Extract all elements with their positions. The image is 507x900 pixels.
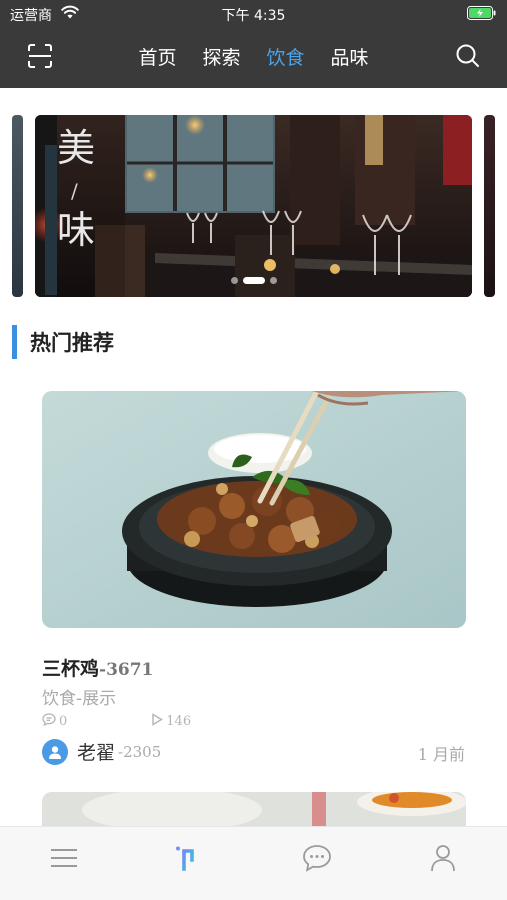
tab-explore[interactable]: 探索 [202, 43, 240, 70]
view-count: 146 [166, 714, 192, 729]
banner-slide[interactable]: 美 / 味 [35, 115, 472, 297]
banner-image [35, 115, 472, 297]
user-avatar-icon [49, 745, 61, 759]
search-icon[interactable] [455, 43, 481, 69]
tab-taste[interactable]: 品味 [331, 43, 369, 70]
author-id: -2305 [118, 742, 162, 761]
carousel-dot[interactable] [230, 277, 238, 284]
battery-icon [467, 6, 497, 24]
profile-icon[interactable] [428, 843, 458, 873]
avatar[interactable] [42, 738, 68, 765]
banner-caption-slash: / [71, 179, 78, 203]
nav-tabs: 首页 探索 饮食 品味 [0, 30, 507, 82]
bottom-tab-bar [0, 826, 507, 900]
comment-stat[interactable]: 0 [42, 713, 67, 730]
recipe-category: 饮食-展示 [42, 689, 117, 709]
play-icon [151, 713, 164, 730]
carousel-dot[interactable] [269, 277, 277, 284]
recipe-card-image[interactable] [42, 391, 466, 628]
section-header: 热门推荐 [12, 324, 114, 360]
view-stat: 146 [151, 713, 191, 730]
banner-caption-bottom: 味 [57, 208, 96, 252]
status-bar: 运营商 下午 4:35 [0, 0, 507, 26]
author-name: 老翟 [77, 742, 116, 764]
status-time: 下午 4:35 [221, 8, 286, 24]
banner-next-peek[interactable] [484, 115, 495, 297]
author-row[interactable]: 老翟 -2305 [42, 738, 161, 765]
top-header: 运营商 下午 4:35 首页 探索 饮食 品味 [0, 0, 507, 88]
carousel-dots [35, 277, 472, 284]
chat-icon[interactable] [302, 843, 332, 873]
recipe-name: 三杯鸡 [42, 658, 100, 680]
banner-prev-peek[interactable] [12, 115, 23, 297]
comment-icon [42, 713, 56, 730]
tab-home[interactable]: 首页 [138, 43, 176, 70]
logo-icon[interactable] [174, 843, 204, 873]
recipe-title[interactable]: 三杯鸡-3671 [42, 654, 153, 681]
recipe-id: -3671 [99, 660, 154, 680]
banner-carousel[interactable]: 美 / 味 [0, 112, 507, 300]
menu-icon[interactable] [49, 843, 79, 873]
nav-bar: 首页 探索 饮食 品味 [0, 30, 507, 82]
recipe-stats: 0 146 [42, 713, 191, 730]
carousel-dot-active[interactable] [242, 277, 265, 284]
comment-count: 0 [59, 714, 68, 729]
banner-caption-top: 美 [57, 126, 96, 170]
tab-food[interactable]: 饮食 [267, 43, 305, 70]
dish-photo [42, 391, 466, 628]
post-time: 1 月前 [417, 745, 465, 764]
section-accent-bar [12, 325, 17, 359]
banner-caption: 美 / 味 [57, 129, 95, 249]
section-title: 热门推荐 [30, 331, 114, 355]
